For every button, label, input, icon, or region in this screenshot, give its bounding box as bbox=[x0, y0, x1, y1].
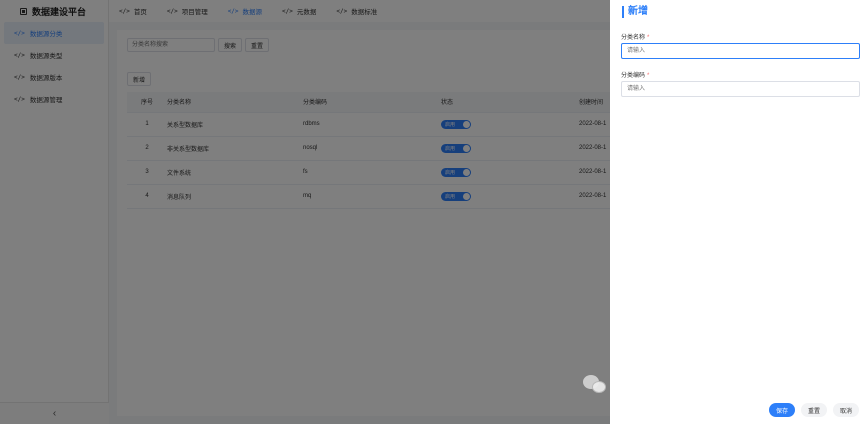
wechat-watermark: 公众号 · soft张三丰 bbox=[583, 372, 763, 397]
drawer-title: 新增 bbox=[622, 6, 648, 18]
category-code-input[interactable] bbox=[621, 81, 860, 97]
category-name-label: 分类名称 * bbox=[621, 32, 649, 41]
drawer-footer: 保存 重置 取消 bbox=[768, 403, 859, 417]
required-mark: * bbox=[647, 35, 650, 41]
app-root: 数据建设平台 </> 数据源分类 </> 数据源类型 </> 数据源版本 </>… bbox=[0, 0, 865, 424]
drawer-reset-button[interactable]: 重置 bbox=[800, 403, 827, 417]
modal-overlay[interactable] bbox=[0, 0, 610, 424]
save-button[interactable]: 保存 bbox=[768, 403, 795, 417]
add-category-drawer: 新增 分类名称* 分类编码* 保存 重置 取消 bbox=[610, 0, 865, 424]
watermark-text: 公众号 · soft张三丰 bbox=[613, 377, 763, 397]
field-label-text: 分类编码 bbox=[621, 73, 646, 79]
wechat-icon bbox=[583, 374, 607, 395]
field-label-text: 分类名称 bbox=[621, 35, 646, 41]
category-name-input[interactable] bbox=[621, 43, 860, 59]
cancel-button[interactable]: 取消 bbox=[832, 403, 859, 417]
category-code-label: 分类编码 * bbox=[621, 70, 649, 79]
required-mark: * bbox=[647, 73, 650, 79]
